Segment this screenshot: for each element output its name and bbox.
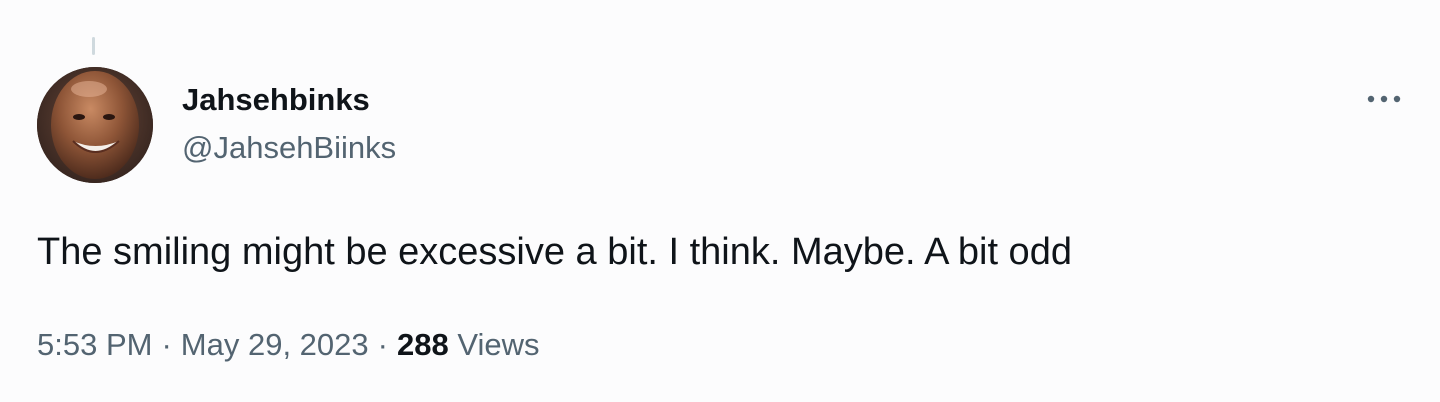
more-options-button[interactable] [1362, 82, 1406, 116]
author-display-name[interactable]: Jahsehbinks [182, 80, 370, 120]
views-label[interactable]: Views [457, 327, 539, 362]
more-horizontal-icon [1367, 95, 1401, 103]
author-handle[interactable]: @JahsehBiinks [182, 128, 396, 168]
tweet-text: The smiling might be excessive a bit. I … [37, 231, 1072, 273]
avatar-image [37, 67, 153, 183]
tweet-metadata: 5:53 PM · May 29, 2023 · 288 Views [37, 325, 539, 365]
tweet-time[interactable]: 5:53 PM [37, 327, 152, 362]
views-count[interactable]: 288 [397, 327, 449, 362]
meta-separator: · [377, 327, 388, 362]
tweet-date[interactable]: May 29, 2023 [181, 327, 369, 362]
avatar[interactable] [37, 67, 153, 183]
meta-separator: · [161, 327, 172, 362]
thread-connector-line [92, 37, 95, 55]
